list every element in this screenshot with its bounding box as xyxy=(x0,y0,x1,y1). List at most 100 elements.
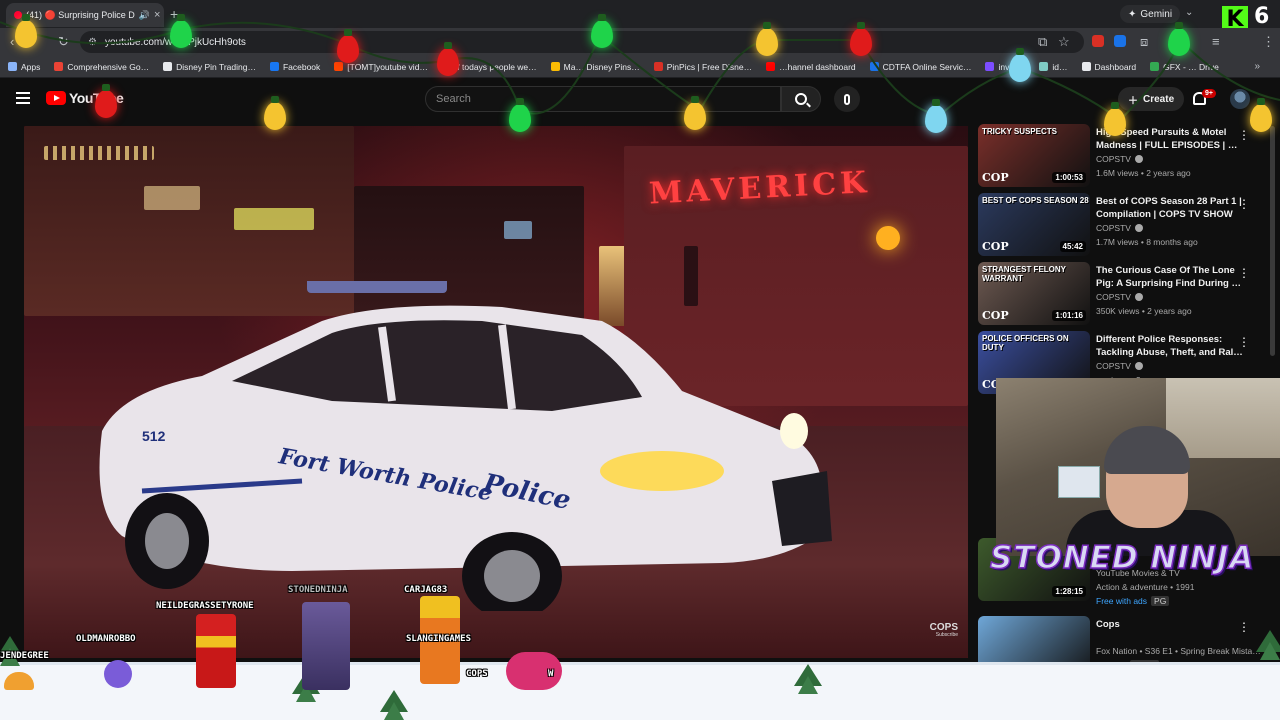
video-meta: 350K views • 2 years ago xyxy=(1096,306,1192,316)
viewer-username: SLANGINGAMES xyxy=(406,634,472,644)
pine-tree-icon xyxy=(1256,630,1280,660)
headlight-right xyxy=(780,413,808,449)
cops-watermark[interactable]: COPS Subscribe xyxy=(930,623,958,638)
viewer-username: OLDMANROBBO xyxy=(76,634,136,644)
video-title[interactable]: Cops xyxy=(1096,618,1244,631)
christmas-bulb-icon xyxy=(170,14,192,48)
christmas-bulb-icon xyxy=(591,14,613,48)
more-options-icon[interactable]: ⋮ xyxy=(1238,197,1250,211)
thumbnail-caption: BEST OF COPS SEASON 28 xyxy=(982,196,1089,205)
video-player[interactable]: MAVERICK Fort Worth Police Police 512 CO… xyxy=(24,126,968,658)
video-thumbnail[interactable]: STRANGEST FELONY WARRANT COP 1:01:16 xyxy=(978,262,1090,325)
christmas-bulb-icon xyxy=(264,96,286,130)
video-meta: 1.6M views • 2 years ago xyxy=(1096,168,1191,178)
viewer-username: COPS xyxy=(466,669,488,679)
pine-tree-icon xyxy=(794,664,822,694)
channel-label: COPSTV xyxy=(1096,223,1131,233)
video-duration: 1:28:15 xyxy=(1052,586,1086,597)
christmas-bulb-icon xyxy=(1250,98,1272,132)
channel-label: Fox Nation • S36 E1 • Spring Break Mista… xyxy=(1096,646,1261,656)
christmas-bulb-icon xyxy=(337,29,359,63)
video-thumbnail[interactable]: BEST OF COPS SEASON 28 COP 45:42 xyxy=(978,193,1090,256)
christmas-bulb-icon xyxy=(509,98,531,132)
video-duration: 1:01:16 xyxy=(1052,310,1086,321)
verified-check-icon xyxy=(1134,293,1143,301)
thumbnail-caption: STRANGEST FELONY WARRANT xyxy=(982,265,1066,283)
verified-check-icon xyxy=(1134,224,1143,232)
headlight-glow xyxy=(600,451,724,491)
streamer-webcam xyxy=(996,378,1280,556)
christmas-bulb-icon xyxy=(437,42,459,76)
christmas-bulb-icon xyxy=(95,84,117,118)
avatar-sprite-knuckles xyxy=(506,652,562,690)
christmas-bulb-icon xyxy=(925,99,947,133)
video-title[interactable]: Best of COPS Season 28 Part 1 | Compilat… xyxy=(1096,195,1244,221)
screen: (41) 🔴 Surprising Police D 🔊 × + ✦ Gemin… xyxy=(0,0,1280,720)
lit-window xyxy=(144,186,200,210)
video-duration: 45:42 xyxy=(1059,241,1086,252)
avatar-sprite-purple xyxy=(104,660,132,688)
verified-check-icon xyxy=(1134,155,1143,163)
cops-logo: COP xyxy=(982,240,1009,253)
front-hubcap xyxy=(484,550,540,602)
sidebar-scrollbar[interactable] xyxy=(1270,126,1275,356)
traffic-signal-light xyxy=(876,226,900,250)
christmas-bulb-icon xyxy=(850,22,872,56)
christmas-bulb-icon xyxy=(684,96,706,130)
blue-light xyxy=(504,221,532,239)
cops-logo: COP xyxy=(982,309,1009,322)
video-meta: 1.7M views • 8 months ago xyxy=(1096,237,1198,247)
channel-name[interactable]: COPSTV xyxy=(1096,292,1143,302)
light-bar xyxy=(307,281,447,293)
cops-watermark-subscribe: Subscribe xyxy=(935,632,958,638)
viewer-username: NEILDEGRASSETYRONE xyxy=(156,601,254,611)
avatar-sprite-spartan xyxy=(302,602,350,690)
viewer-username: CARJAG83 xyxy=(404,585,448,595)
thumbnail-caption: POLICE OFFICERS ON DUTY xyxy=(982,334,1069,352)
pine-tree-icon xyxy=(380,690,408,720)
recommended-video[interactable]: BEST OF COPS SEASON 28 COP 45:42 Best of CO… xyxy=(978,193,1268,256)
police-car: Fort Worth Police Police 512 xyxy=(99,281,832,611)
views-and-age: 350K views • 2 years ago xyxy=(1096,306,1192,316)
more-options-icon[interactable]: ⋮ xyxy=(1238,620,1250,634)
free-with-ads-badge: Free with ads xyxy=(1096,596,1148,606)
video-meta: Free with ads PG xyxy=(1096,596,1170,606)
channel-label: COPSTV xyxy=(1096,361,1131,371)
channel-name[interactable]: COPSTV xyxy=(1096,361,1143,371)
snow-ground xyxy=(0,662,1280,720)
views-and-age: 1.6M views • 2 years ago xyxy=(1096,168,1191,178)
more-options-icon[interactable]: ⋮ xyxy=(1238,335,1250,349)
lit-sign-yellow xyxy=(234,208,314,230)
content-rating-badge: PG xyxy=(1151,596,1170,606)
channel-name[interactable]: Fox Nation • S36 E1 • Spring Break Mista… xyxy=(1096,646,1261,656)
more-options-icon[interactable]: ⋮ xyxy=(1238,266,1250,280)
channel-name[interactable]: COPSTV xyxy=(1096,154,1143,164)
channel-label: COPSTV xyxy=(1096,292,1131,302)
christmas-bulb-icon xyxy=(1168,22,1190,56)
christmas-bulb-icon xyxy=(15,14,37,48)
viewer-username: STONEDNINJA xyxy=(288,585,348,595)
christmas-bulb-icon xyxy=(1009,48,1031,82)
video-title[interactable]: The Curious Case Of The Lone Pig: A Surp… xyxy=(1096,264,1244,290)
pine-tree-icon xyxy=(0,636,20,666)
recommended-video[interactable]: STRANGEST FELONY WARRANT COP 1:01:16 The Cu… xyxy=(978,262,1268,325)
channel-name[interactable]: COPSTV xyxy=(1096,223,1143,233)
avatar-sprite-ironman xyxy=(196,614,236,688)
cops-logo: COP xyxy=(982,171,1009,184)
christmas-bulb-icon xyxy=(756,22,778,56)
car-number: 512 xyxy=(142,428,166,444)
viewer-username: JENDEGREE xyxy=(0,651,49,661)
christmas-light-wire xyxy=(0,21,1280,122)
streamer-name-overlay: STONED NINJA xyxy=(989,539,1255,577)
video-title[interactable]: Different Police Responses: Tackling Abu… xyxy=(1096,333,1244,359)
push-bumper xyxy=(772,471,832,546)
viewer-username: W xyxy=(548,669,554,679)
string-lights xyxy=(44,146,154,160)
video-duration: 1:00:53 xyxy=(1052,172,1086,183)
christmas-bulb-icon xyxy=(1104,102,1126,136)
video-subtitle: Action & adventure • 1991 xyxy=(1096,582,1195,592)
rear-hubcap xyxy=(145,513,189,569)
channel-label: COPSTV xyxy=(1096,154,1131,164)
views-and-age: 1.7M views • 8 months ago xyxy=(1096,237,1198,247)
webcam-box xyxy=(1058,466,1100,498)
